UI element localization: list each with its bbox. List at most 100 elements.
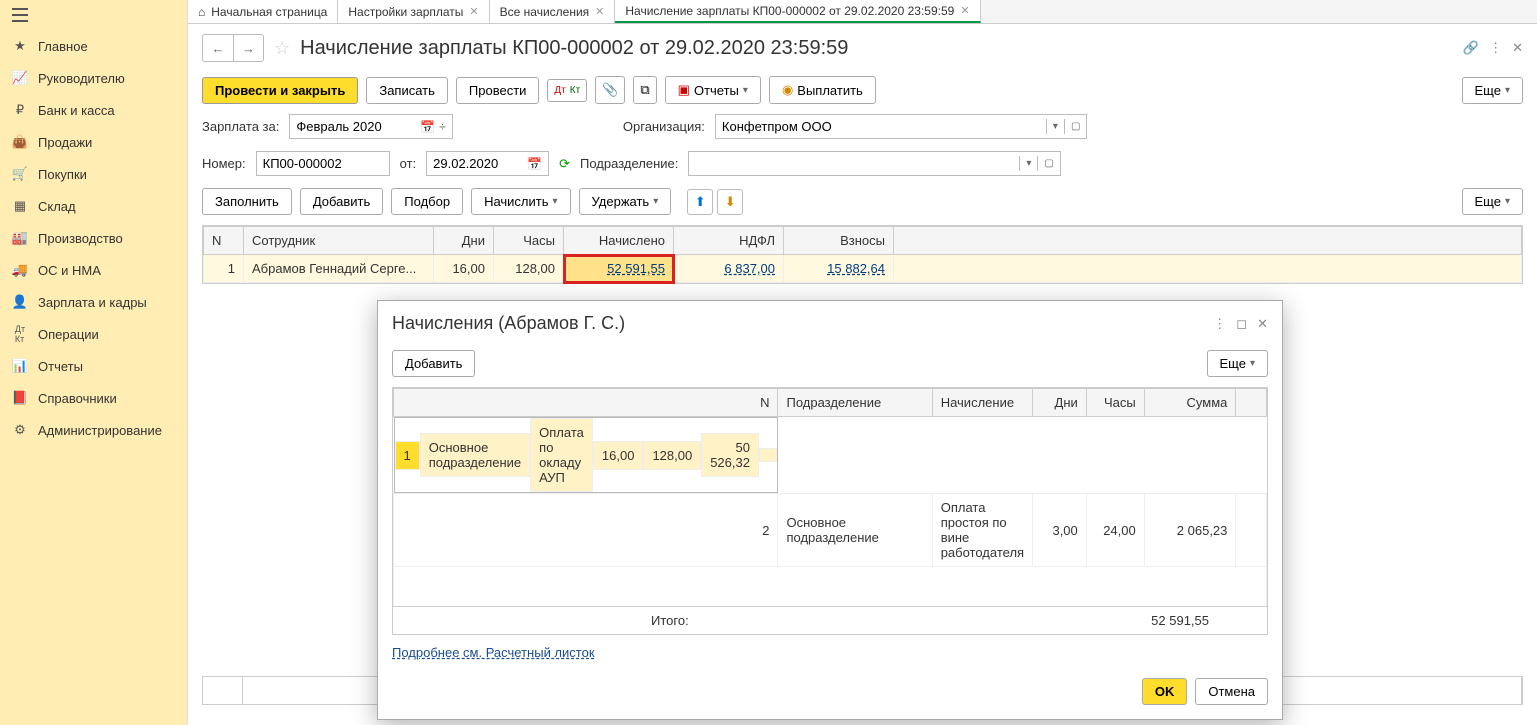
pcol-sum[interactable]: Сумма <box>1144 389 1236 417</box>
reports-dropdown[interactable]: ▣ Отчеты <box>665 76 761 104</box>
sidebar-item-sales[interactable]: 👜Продажи <box>0 126 187 158</box>
dept-input[interactable] <box>689 152 1019 175</box>
sidebar: ★Главное 📈Руководителю ₽Банк и касса 👜Пр… <box>0 0 188 725</box>
document-title: Начисление зарплаты КП00-000002 от 29.02… <box>300 37 848 60</box>
col-n[interactable]: N <box>204 227 244 255</box>
date-field[interactable]: 📅 <box>426 151 549 176</box>
deduct-dropdown[interactable]: Удержать <box>579 188 672 215</box>
number-input[interactable] <box>263 156 383 171</box>
popup-add-button[interactable]: Добавить <box>392 350 475 377</box>
sidebar-item-operations[interactable]: ДтКтОперации <box>0 318 187 350</box>
accrue-dropdown[interactable]: Начислить <box>471 188 570 215</box>
fill-button[interactable]: Заполнить <box>202 188 292 215</box>
accrued-link[interactable]: 52 591,55 <box>607 261 665 276</box>
close-icon[interactable]: ✕ <box>960 4 969 17</box>
bars-icon: 📊 <box>12 358 28 374</box>
popup-more-icon[interactable]: ⋮ <box>1213 316 1226 332</box>
popup-more-dropdown[interactable]: Еще <box>1207 350 1268 377</box>
sidebar-item-catalogs[interactable]: 📕Справочники <box>0 382 187 414</box>
attach-button[interactable]: 📎 <box>595 76 625 104</box>
number-field[interactable] <box>256 151 390 176</box>
post-and-close-button[interactable]: Провести и закрыть <box>202 77 358 104</box>
move-down-button[interactable]: ⬇ <box>717 189 743 215</box>
sidebar-item-bank[interactable]: ₽Банк и касса <box>0 94 187 126</box>
post-button[interactable]: Провести <box>456 77 540 104</box>
sidebar-item-admin[interactable]: ⚙Администрирование <box>0 414 187 446</box>
popup-close-icon[interactable]: ✕ <box>1257 316 1268 332</box>
nav-forward-button[interactable]: → <box>233 35 263 61</box>
col-accrued[interactable]: Начислено <box>564 227 674 255</box>
sidebar-item-warehouse[interactable]: ▦Склад <box>0 190 187 222</box>
more-dropdown[interactable]: Еще <box>1462 77 1523 104</box>
cell-ndfl[interactable]: 6 837,00 <box>674 255 784 283</box>
favorite-toggle[interactable]: ☆ <box>274 38 290 59</box>
grid-more-dropdown[interactable]: Еще <box>1462 188 1523 215</box>
calendar-icon[interactable]: 📅 <box>420 120 435 134</box>
dropdown-icon[interactable]: ▾ <box>1019 156 1037 171</box>
tab-all-accruals[interactable]: Все начисления✕ <box>490 0 616 23</box>
table-row[interactable]: 1 Абрамов Геннадий Серге... 16,00 128,00… <box>204 255 1522 283</box>
pcol-hours[interactable]: Часы <box>1086 389 1144 417</box>
save-button[interactable]: Записать <box>366 77 448 104</box>
col-hours[interactable]: Часы <box>494 227 564 255</box>
sidebar-item-manager[interactable]: 📈Руководителю <box>0 62 187 94</box>
sidebar-item-payroll[interactable]: 👤Зарплата и кадры <box>0 286 187 318</box>
sidebar-item-assets[interactable]: 🚚ОС и НМА <box>0 254 187 286</box>
tab-salary-settings[interactable]: Настройки зарплаты✕ <box>338 0 489 23</box>
sidebar-label: Отчеты <box>38 359 83 374</box>
popup-row[interactable]: 1 Основное подразделение Оплата по оклад… <box>394 417 778 493</box>
dtkt-button[interactable]: ДтКт <box>547 79 587 102</box>
open-icon[interactable]: ▢ <box>1037 156 1059 171</box>
add-row-button[interactable]: Добавить <box>300 188 383 215</box>
structure-button[interactable]: ⧉ <box>633 76 656 104</box>
ndfl-link[interactable]: 6 837,00 <box>724 261 775 276</box>
pick-button[interactable]: Подбор <box>391 188 463 215</box>
link-icon[interactable]: 🔗 <box>1463 40 1479 56</box>
calendar-icon[interactable]: 📅 <box>527 157 542 171</box>
tab-home[interactable]: ⌂Начальная страница <box>188 0 338 23</box>
salary-for-input[interactable] <box>296 119 416 134</box>
sidebar-item-main[interactable]: ★Главное <box>0 30 187 62</box>
ruble-icon: ₽ <box>12 102 28 118</box>
col-days[interactable]: Дни <box>434 227 494 255</box>
col-employee[interactable]: Сотрудник <box>244 227 434 255</box>
org-select[interactable]: ▾▢ <box>715 114 1087 139</box>
popup-row[interactable]: 2 Основное подразделение Оплата простоя … <box>394 494 1267 567</box>
col-contrib[interactable]: Взносы <box>784 227 894 255</box>
pcol-n[interactable]: N <box>394 389 778 417</box>
col-ndfl[interactable]: НДФЛ <box>674 227 784 255</box>
close-icon[interactable]: ✕ <box>595 5 604 18</box>
dept-select[interactable]: ▾▢ <box>688 151 1060 176</box>
more-icon[interactable]: ⋮ <box>1489 40 1502 56</box>
close-icon[interactable]: ✕ <box>469 5 478 18</box>
cell-accrued[interactable]: 52 591,55 <box>564 255 674 283</box>
date-input[interactable] <box>433 156 523 171</box>
close-doc-icon[interactable]: ✕ <box>1512 40 1523 56</box>
contrib-link[interactable]: 15 882,64 <box>827 261 885 276</box>
cell-contrib[interactable]: 15 882,64 <box>784 255 894 283</box>
sidebar-item-reports[interactable]: 📊 Отчеты <box>0 350 187 382</box>
popup-link-row: Подробнее см. Расчетный листок <box>378 635 1282 670</box>
move-up-button[interactable]: ⬆ <box>687 189 713 215</box>
pcol-dept[interactable]: Подразделение <box>778 389 932 417</box>
ok-button[interactable]: OK <box>1142 678 1188 705</box>
open-icon[interactable]: ▢ <box>1064 119 1086 134</box>
salary-for-field[interactable]: 📅÷ <box>289 114 453 139</box>
org-input[interactable] <box>716 115 1046 138</box>
pcol-accr[interactable]: Начисление <box>932 389 1032 417</box>
pcol-days[interactable]: Дни <box>1033 389 1087 417</box>
menu-toggle[interactable] <box>0 0 187 30</box>
tab-current-doc[interactable]: Начисление зарплаты КП00-000002 от 29.02… <box>615 0 980 23</box>
cancel-button[interactable]: Отмена <box>1195 678 1268 705</box>
sidebar-item-purchases[interactable]: 🛒Покупки <box>0 158 187 190</box>
popup-maximize-icon[interactable]: ◻ <box>1236 316 1247 332</box>
dropdown-icon[interactable]: ▾ <box>1046 119 1064 134</box>
stepper-icon[interactable]: ÷ <box>439 120 446 134</box>
popup-title: Начисления (Абрамов Г. С.) <box>392 313 625 334</box>
sidebar-item-production[interactable]: 🏭Производство <box>0 222 187 254</box>
refresh-icon[interactable]: ⟳ <box>559 156 570 172</box>
nav-back-button[interactable]: ← <box>203 35 233 61</box>
org-label: Организация: <box>623 119 705 134</box>
payslip-link[interactable]: Подробнее см. Расчетный листок <box>392 645 595 660</box>
pay-button[interactable]: ◉ Выплатить <box>769 76 876 104</box>
